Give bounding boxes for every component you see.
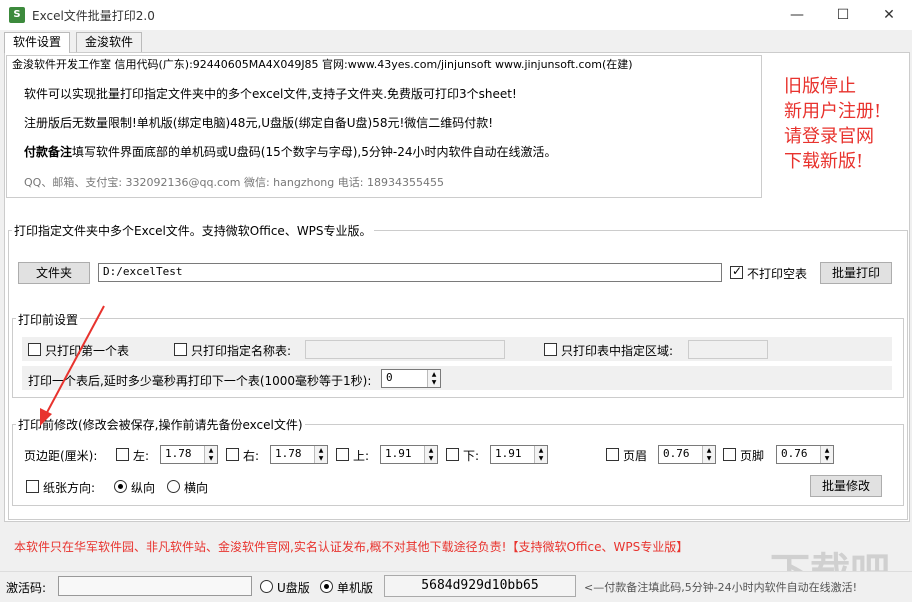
- stepper-down-icon[interactable]: ▼: [702, 454, 715, 463]
- region-input[interactable]: [688, 340, 768, 359]
- stepper-down-icon[interactable]: ▼: [204, 454, 217, 463]
- tab-jinjun[interactable]: 金浚软件: [76, 32, 143, 52]
- app-icon: S: [9, 7, 25, 23]
- pc-version-radio[interactable]: [320, 580, 333, 593]
- right-margin-checkbox[interactable]: [226, 448, 239, 461]
- left-margin-stepper[interactable]: 1.78 ▲ ▼: [160, 445, 218, 464]
- left-margin-label: 左:: [133, 449, 150, 463]
- usb-version-label: U盘版: [277, 581, 310, 595]
- usb-version-radio[interactable]: [260, 580, 273, 593]
- minimize-button[interactable]: —: [774, 0, 820, 30]
- stepper-down-icon[interactable]: ▼: [534, 454, 547, 463]
- stepper-down-icon[interactable]: ▼: [314, 454, 327, 463]
- top-margin-stepper[interactable]: 1.91 ▲ ▼: [380, 445, 438, 464]
- activation-input[interactable]: [58, 576, 252, 596]
- header-margin-checkbox[interactable]: [606, 448, 619, 461]
- old-version-notice: 旧版停止 新用户注册! 请登录官网 下载新版!: [784, 74, 881, 174]
- notice-line-4: 下载新版!: [784, 151, 864, 172]
- bottom-margin-stepper[interactable]: 1.91 ▲ ▼: [490, 445, 548, 464]
- skip-blank-label: 不打印空表: [747, 267, 808, 281]
- tab-settings[interactable]: 软件设置: [4, 32, 71, 53]
- stepper-down-icon[interactable]: ▼: [820, 454, 833, 463]
- notice-line-3: 请登录官网: [784, 126, 874, 147]
- top-margin-value: 1.91: [385, 447, 412, 460]
- close-button[interactable]: ✕: [866, 0, 912, 30]
- folder-button[interactable]: 文件夹: [18, 262, 90, 284]
- region-label: 只打印表中指定区域:: [561, 344, 674, 358]
- header-margin-stepper[interactable]: 0.76 ▲ ▼: [658, 445, 716, 464]
- top-margin-checkbox[interactable]: [336, 448, 349, 461]
- bottom-margin-checkbox[interactable]: [446, 448, 459, 461]
- machine-code: 5684d929d10bb65: [384, 575, 576, 597]
- contact-info: QQ、邮箱、支付宝: 332092136@qq.com 微信: hangzhon…: [24, 176, 444, 189]
- left-margin-value: 1.78: [165, 447, 192, 460]
- maximize-button[interactable]: ☐: [820, 0, 866, 30]
- footer-margin-checkbox[interactable]: [723, 448, 736, 461]
- footer-margin-value: 0.76: [781, 447, 808, 460]
- red-arrow-icon: [40, 305, 105, 426]
- notice-line-2: 新用户注册!: [784, 101, 882, 122]
- header-margin-value: 0.76: [663, 447, 690, 460]
- delay-stepper[interactable]: 0 ▲ ▼: [381, 369, 441, 388]
- right-margin-stepper[interactable]: 1.78 ▲ ▼: [270, 445, 328, 464]
- margin-label: 页边距(厘米):: [24, 449, 98, 463]
- left-margin-checkbox[interactable]: [116, 448, 129, 461]
- activation-label: 激活码:: [6, 581, 47, 595]
- bottom-margin-value: 1.91: [495, 447, 522, 460]
- info-line-1: 软件可以实现批量打印指定文件夹中的多个excel文件,支持子文件夹.免费版可打印…: [24, 87, 517, 101]
- payment-note-label: 付款备注: [24, 145, 73, 159]
- stepper-down-icon[interactable]: ▼: [427, 378, 440, 387]
- footer-margin-stepper[interactable]: 0.76 ▲ ▼: [776, 445, 834, 464]
- info-line-3: 付款备注填写软件界面底部的单机码或U盘码(15个数字与字母),5分钟-24小时内…: [24, 143, 556, 160]
- folder-path-input[interactable]: D:/excelTest: [98, 263, 722, 282]
- region-checkbox[interactable]: [544, 343, 557, 356]
- right-margin-value: 1.78: [275, 447, 302, 460]
- named-sheet-checkbox[interactable]: [174, 343, 187, 356]
- batch-modify-button[interactable]: 批量修改: [810, 475, 882, 497]
- delay-value: 0: [386, 371, 393, 384]
- footer-notice: 本软件只在华军软件园、非凡软件站、金浚软件官网,实名认证发布,概不对其他下载途径…: [14, 540, 689, 554]
- right-margin-label: 右:: [243, 449, 260, 463]
- notice-line-1: 旧版停止: [784, 76, 856, 97]
- portrait-label: 纵向: [131, 481, 156, 495]
- bottom-margin-label: 下:: [463, 449, 480, 463]
- payment-note-text: 填写软件界面底部的单机码或U盘码(15个数字与字母),5分钟-24小时内软件自动…: [72, 145, 557, 159]
- stepper-down-icon[interactable]: ▼: [424, 454, 437, 463]
- window-title: Excel文件批量打印2.0: [32, 9, 155, 23]
- sheet-name-input[interactable]: [305, 340, 505, 359]
- top-margin-label: 上:: [353, 449, 370, 463]
- header-margin-label: 页眉: [623, 449, 648, 463]
- info-line-2: 注册版后无数量限制!单机版(绑定电脑)48元,U盘版(绑定自备U盘)58元!微信…: [24, 116, 494, 130]
- landscape-radio[interactable]: [167, 480, 180, 493]
- landscape-label: 横向: [184, 481, 209, 495]
- machine-code-hint: <—付款备注填此码,5分钟-24小时内软件自动在线激活!: [584, 581, 858, 594]
- footer-margin-label: 页脚: [740, 449, 765, 463]
- named-sheet-label: 只打印指定名称表:: [191, 344, 292, 358]
- portrait-radio[interactable]: [114, 480, 127, 493]
- pc-version-label: 单机版: [337, 581, 374, 595]
- orientation-checkbox[interactable]: [26, 480, 39, 493]
- orientation-label: 纸张方向:: [43, 481, 96, 495]
- batch-print-button[interactable]: 批量打印: [820, 262, 892, 284]
- skip-blank-checkbox[interactable]: [730, 264, 743, 279]
- info-header: 金浚软件开发工作室 信用代码(广东):92440605MA4X049J85 官网…: [12, 58, 633, 71]
- print-group-title: 打印指定文件夹中多个Excel文件。支持微软Office、WPS专业版。: [12, 222, 374, 239]
